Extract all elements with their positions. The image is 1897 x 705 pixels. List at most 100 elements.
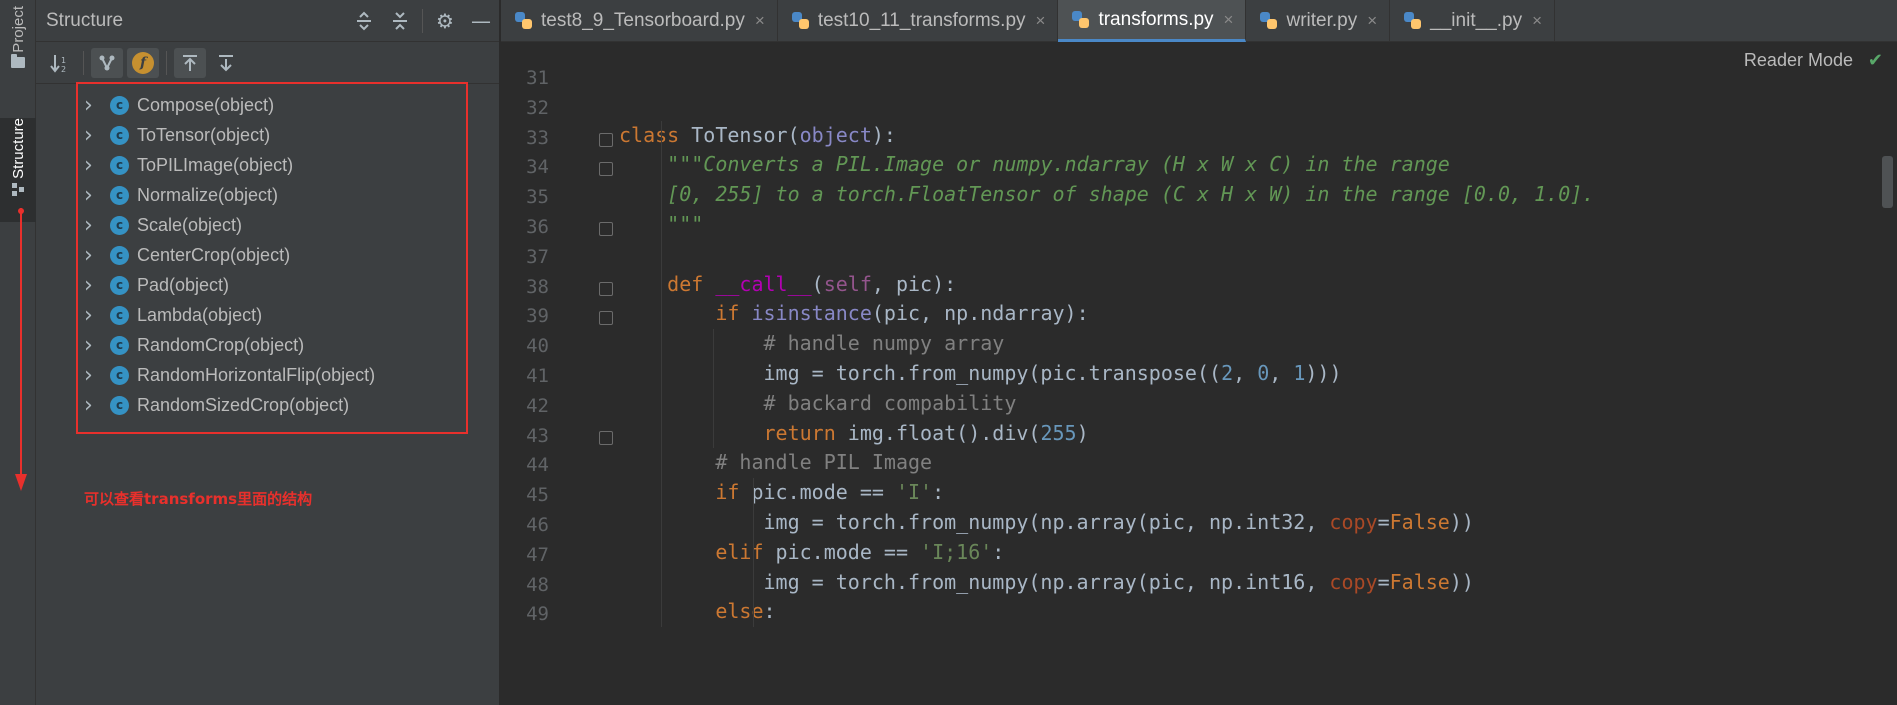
- svg-text:1: 1: [61, 56, 66, 65]
- annotation-arrow: [15, 208, 27, 491]
- chevron-right-icon[interactable]: ›: [84, 303, 104, 328]
- code-line: if isinstance(pic, np.ndarray):: [715, 301, 1089, 326]
- close-icon[interactable]: ×: [1224, 10, 1234, 30]
- line-number: 42: [526, 394, 549, 417]
- editor-tab-label: test10_11_transforms.py: [817, 10, 1026, 31]
- code-editor: test8_9_Tensorboard.py × test10_11_transfo…: [501, 0, 1897, 705]
- scrollbar-thumb[interactable]: [1882, 156, 1893, 208]
- gear-icon[interactable]: ⚙: [427, 5, 463, 37]
- structure-tree-item[interactable]: › c Pad(object): [78, 270, 466, 300]
- class-icon: c: [110, 155, 129, 175]
- chevron-right-icon[interactable]: ›: [84, 183, 104, 208]
- line-number: 44: [526, 454, 549, 477]
- project-tool-tab[interactable]: Project: [0, 6, 36, 94]
- sort-alphabetically-icon[interactable]: 12: [44, 48, 76, 78]
- fold-marker-icon[interactable]: [599, 430, 613, 445]
- structure-tree-item[interactable]: › c ToPILImage(object): [78, 150, 466, 180]
- line-number: 32: [526, 96, 549, 119]
- code-area[interactable]: class ToTensor(object): """Converts a PI…: [619, 42, 1869, 705]
- fold-marker-icon[interactable]: [599, 162, 613, 177]
- editor-tab[interactable]: test10_11_transforms.py ×: [778, 0, 1059, 42]
- close-icon[interactable]: ×: [1532, 11, 1542, 31]
- class-icon: c: [110, 305, 129, 325]
- structure-tree-item[interactable]: › c RandomSizedCrop(object): [78, 390, 466, 420]
- code-line: """Converts a PIL.Image or numpy.ndarray…: [667, 152, 1450, 177]
- fold-marker-icon[interactable]: [599, 222, 613, 236]
- editor-tab[interactable]: __init__.py ×: [1390, 0, 1556, 42]
- structure-tree-item[interactable]: › c Lambda(object): [78, 300, 466, 330]
- chevron-right-icon[interactable]: ›: [84, 363, 104, 388]
- structure-tree-item[interactable]: › c Scale(object): [78, 210, 466, 240]
- editor-tab-label: test8_9_Tensorboard.py: [541, 10, 745, 31]
- line-number-gutter: 31 32 33 34 35 36 37 38 39 40 41 42 43 44 45 46 47 48 49: [501, 42, 613, 705]
- structure-tree-item[interactable]: › c RandomHorizontalFlip(object): [78, 360, 466, 390]
- expand-all-icon[interactable]: [346, 5, 382, 37]
- show-inherited-icon[interactable]: [91, 47, 123, 78]
- structure-item-label: RandomCrop(object): [137, 334, 305, 355]
- python-file-icon: [791, 12, 810, 30]
- structure-panel-header: Structure ⚙ —: [36, 0, 499, 42]
- code-line: def __call__(self, pic):: [667, 271, 957, 296]
- structure-tree-item[interactable]: › c ToTensor(object): [78, 120, 466, 150]
- line-number: 47: [526, 543, 549, 566]
- structure-tree: › c Compose(object) › c ToTensor(object) › c ToP…: [76, 82, 468, 434]
- python-file-icon: [1404, 12, 1422, 30]
- collapse-all-icon[interactable]: [382, 5, 418, 37]
- editor-tab[interactable]: transforms.py ×: [1058, 0, 1247, 42]
- fold-marker-icon[interactable]: [599, 311, 613, 326]
- close-icon[interactable]: ×: [1036, 11, 1046, 31]
- structure-toolbar: 12 f: [36, 42, 499, 84]
- chevron-right-icon[interactable]: ›: [84, 273, 104, 298]
- navigate-from-source-icon[interactable]: [174, 47, 206, 78]
- structure-tree-item[interactable]: › c CenterCrop(object): [78, 240, 466, 270]
- check-icon: ✔: [1867, 50, 1883, 71]
- structure-tree-item[interactable]: › c Compose(object): [78, 90, 466, 120]
- class-icon: c: [110, 185, 129, 205]
- toolbar-separator: [83, 50, 84, 75]
- structure-item-label: Compose(object): [137, 94, 275, 115]
- editor-tab-label: transforms.py: [1098, 8, 1214, 30]
- structure-item-label: RandomHorizontalFlip(object): [137, 364, 376, 385]
- chevron-right-icon[interactable]: ›: [84, 393, 104, 418]
- folder-icon: [11, 53, 25, 68]
- chevron-right-icon[interactable]: ›: [84, 123, 104, 148]
- chevron-right-icon[interactable]: ›: [84, 93, 104, 118]
- editor-tab-bar: test8_9_Tensorboard.py × test10_11_transfo…: [501, 0, 1897, 42]
- fold-marker-icon[interactable]: [599, 132, 613, 147]
- show-fields-icon[interactable]: f: [127, 47, 159, 78]
- editor-tab[interactable]: writer.py ×: [1246, 0, 1391, 42]
- line-number: 37: [526, 245, 549, 268]
- chevron-right-icon[interactable]: ›: [84, 243, 104, 268]
- python-file-icon: [1072, 10, 1090, 29]
- chevron-right-icon[interactable]: ›: [84, 333, 104, 358]
- structure-item-label: ToTensor(object): [137, 124, 271, 145]
- editor-tab-label: writer.py: [1286, 10, 1358, 31]
- line-number: 45: [526, 484, 549, 507]
- editor-tab[interactable]: test8_9_Tensorboard.py ×: [501, 0, 778, 42]
- structure-tree-item[interactable]: › c Normalize(object): [78, 180, 466, 210]
- code-line: img = torch.from_numpy(np.array(pic, np.…: [619, 510, 1474, 534]
- chevron-right-icon[interactable]: ›: [84, 213, 104, 238]
- line-number: 41: [526, 365, 549, 387]
- line-number: 43: [526, 424, 549, 447]
- structure-item-label: Pad(object): [137, 274, 230, 295]
- line-number: 39: [526, 305, 549, 328]
- minimize-icon[interactable]: —: [463, 5, 499, 37]
- class-icon: c: [110, 335, 129, 355]
- navigate-to-source-icon[interactable]: [210, 48, 242, 78]
- toolbar-separator: [166, 50, 167, 75]
- indent-guide: [713, 329, 714, 449]
- code-line: [0, 255] to a torch.FloatTensor of shape…: [667, 182, 1595, 207]
- line-number: 36: [526, 216, 549, 238]
- fold-marker-icon[interactable]: [599, 281, 613, 296]
- code-line: # handle numpy array: [763, 331, 1005, 356]
- panel-title: Structure: [46, 9, 124, 31]
- structure-tool-tab[interactable]: Structure: [0, 118, 36, 222]
- close-icon[interactable]: ×: [1367, 11, 1377, 31]
- structure-tree-item[interactable]: › c RandomCrop(object): [78, 330, 466, 360]
- close-icon[interactable]: ×: [755, 11, 765, 31]
- chevron-right-icon[interactable]: ›: [84, 153, 104, 178]
- svg-text:2: 2: [61, 65, 66, 73]
- python-file-icon: [1260, 12, 1278, 30]
- line-number: 46: [526, 514, 549, 536]
